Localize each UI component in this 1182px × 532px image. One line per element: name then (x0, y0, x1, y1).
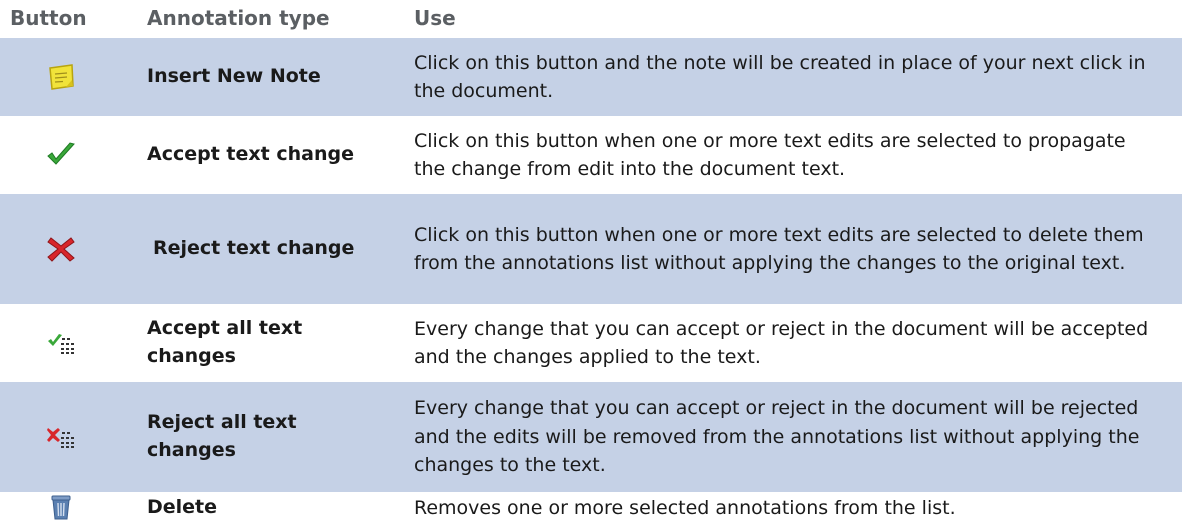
table-row: Delete Removes one or more selected anno… (0, 494, 1182, 532)
note-icon[interactable] (0, 38, 122, 116)
annotation-type-label: Delete (147, 496, 218, 518)
annotation-buttons-table: Button Annotation type Use Insert New No… (0, 0, 1182, 526)
annotation-type-label: Insert New Note (147, 65, 321, 88)
header-button: Button (10, 6, 87, 30)
annotation-type-label: Accept all text changes (147, 317, 303, 367)
annotation-type-label: Reject text change (153, 237, 355, 260)
trash-icon[interactable] (0, 494, 122, 532)
table-row: Insert New Note Click on this button and… (0, 38, 1182, 116)
table-row: Reject all text changes Every change tha… (0, 382, 1182, 492)
table-row: Reject text change Click on this button … (0, 194, 1182, 304)
annotation-type-label: Accept text change (147, 143, 354, 166)
table-row: Accept text change Click on this button … (0, 118, 1182, 192)
header-use: Use (414, 6, 456, 30)
use-description: Click on this button when one or more te… (414, 129, 1126, 181)
use-description: Removes one or more selected annotations… (414, 497, 956, 519)
header-annotation-type: Annotation type (147, 6, 330, 30)
checkmark-icon[interactable] (0, 118, 122, 192)
use-description: Click on this button when one or more te… (414, 223, 1144, 275)
table-header: Button Annotation type Use (0, 0, 1182, 38)
accept-all-icon[interactable] (0, 306, 122, 380)
use-description: Every change that you can accept or reje… (414, 317, 1149, 369)
red-x-icon[interactable] (0, 194, 122, 304)
reject-all-icon[interactable] (0, 382, 122, 492)
annotation-type-label: Reject all text changes (147, 411, 297, 461)
table-row: Accept all text changes Every change tha… (0, 306, 1182, 380)
use-description: Click on this button and the note will b… (414, 51, 1146, 103)
use-description: Every change that you can accept or reje… (414, 397, 1140, 477)
